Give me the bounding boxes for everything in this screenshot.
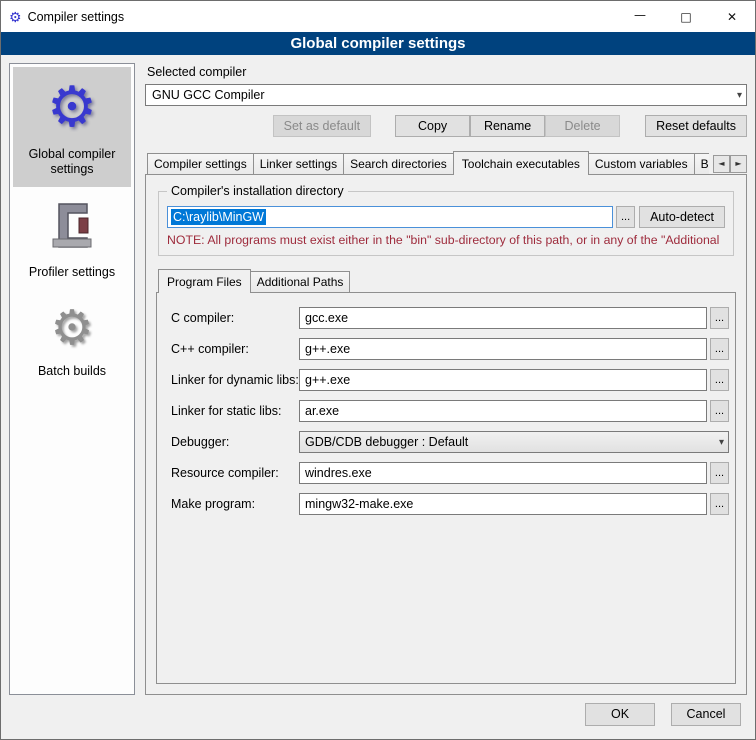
program-files-panel: C compiler: gcc.exe ... C++ compiler: g+… <box>156 292 736 684</box>
c-compiler-input[interactable]: gcc.exe <box>299 307 707 329</box>
sidebar-item-label: Batch builds <box>38 364 106 379</box>
form-row: C++ compiler: g++.exe ... <box>171 338 729 360</box>
sidebar-item-profiler-settings[interactable]: Profiler settings <box>13 187 131 290</box>
linker-static-input[interactable]: ar.exe <box>299 400 707 422</box>
tab-toolchain-executables[interactable]: Toolchain executables <box>453 151 589 175</box>
form-row: Linker for dynamic libs: g++.exe ... <box>171 369 729 391</box>
linker-dynamic-input[interactable]: g++.exe <box>299 369 707 391</box>
tab-scroll-right-button[interactable]: ► <box>730 155 747 173</box>
settings-tab-strip: Compiler settings Linker settings Search… <box>145 151 747 175</box>
resource-compiler-value: windres.exe <box>305 466 372 480</box>
app-gear-icon: ⚙ <box>9 10 22 24</box>
scroll-right-icon: ► <box>735 160 741 168</box>
minimize-button[interactable]: — <box>617 1 663 32</box>
compiler-actions: Set as default Copy Rename Delete Reset … <box>145 115 747 137</box>
tab-build-options[interactable]: Buil <box>694 153 709 174</box>
auto-detect-button[interactable]: Auto-detect <box>639 206 725 228</box>
tab-program-files[interactable]: Program Files <box>158 269 251 293</box>
resource-compiler-label: Resource compiler: <box>171 466 299 480</box>
form-row: Resource compiler: windres.exe ... <box>171 462 729 484</box>
c-compiler-label: C compiler: <box>171 311 299 325</box>
bin-subdirectory-note: NOTE: All programs must exist either in … <box>167 233 725 247</box>
installation-directory-group: Compiler's installation directory C:\ray… <box>158 191 734 256</box>
make-program-value: mingw32-make.exe <box>305 497 413 511</box>
cpp-compiler-browse-button[interactable]: ... <box>710 338 729 360</box>
page-title: Global compiler settings <box>1 32 755 55</box>
compiler-select[interactable]: GNU GCC Compiler ▾ <box>145 84 747 106</box>
main-panel: Selected compiler GNU GCC Compiler ▾ Set… <box>145 63 747 695</box>
linker-dynamic-browse-button[interactable]: ... <box>710 369 729 391</box>
chevron-down-icon: ▾ <box>737 85 742 105</box>
gray-gear-icon: ⚙ <box>50 302 93 354</box>
sidebar-item-label: Profiler settings <box>29 265 115 280</box>
installation-directory-input[interactable]: C:\raylib\MinGW <box>167 206 613 228</box>
tab-search-directories[interactable]: Search directories <box>343 153 454 174</box>
toolchain-executables-panel: Compiler's installation directory C:\ray… <box>145 174 747 695</box>
close-button[interactable]: ✕ <box>709 1 755 32</box>
reset-defaults-button[interactable]: Reset defaults <box>645 115 747 137</box>
resource-compiler-input[interactable]: windres.exe <box>299 462 707 484</box>
resource-compiler-browse-button[interactable]: ... <box>710 462 729 484</box>
debugger-select[interactable]: GDB/CDB debugger : Default ▾ <box>299 431 729 453</box>
debugger-select-value: GDB/CDB debugger : Default <box>305 435 468 449</box>
sidebar-item-global-compiler-settings[interactable]: ⚙ Global compiler settings <box>13 67 131 187</box>
window-title: Compiler settings <box>28 10 125 24</box>
linker-static-browse-button[interactable]: ... <box>710 400 729 422</box>
cancel-button[interactable]: Cancel <box>671 703 741 726</box>
installation-directory-row: C:\raylib\MinGW ... Auto-detect <box>167 206 725 228</box>
maximize-icon: □ <box>680 10 691 24</box>
installation-directory-browse-button[interactable]: ... <box>616 206 635 228</box>
cpp-compiler-label: C++ compiler: <box>171 342 299 356</box>
cpp-compiler-value: g++.exe <box>305 342 350 356</box>
tab-compiler-settings[interactable]: Compiler settings <box>147 153 254 174</box>
dialog-body: ⚙ Global compiler settings Profiler sett… <box>1 55 755 695</box>
settings-category-list: ⚙ Global compiler settings Profiler sett… <box>9 63 135 695</box>
debugger-label: Debugger: <box>171 435 299 449</box>
close-icon: ✕ <box>727 10 737 24</box>
sidebar-item-label: Global compiler settings <box>15 147 129 177</box>
copy-button[interactable]: Copy <box>395 115 470 137</box>
program-files-tab-strip: Program Files Additional Paths <box>156 269 736 293</box>
form-row: C compiler: gcc.exe ... <box>171 307 729 329</box>
scroll-left-icon: ◄ <box>718 160 724 168</box>
tab-custom-variables[interactable]: Custom variables <box>588 153 695 174</box>
c-compiler-browse-button[interactable]: ... <box>710 307 729 329</box>
caption-buttons: — □ ✕ <box>617 1 755 32</box>
form-row: Make program: mingw32-make.exe ... <box>171 493 729 515</box>
compiler-select-value: GNU GCC Compiler <box>152 88 265 102</box>
make-program-input[interactable]: mingw32-make.exe <box>299 493 707 515</box>
selected-compiler-label: Selected compiler <box>147 65 747 79</box>
chevron-down-icon: ▾ <box>719 432 724 452</box>
sidebar-item-batch-builds[interactable]: ⚙ Batch builds <box>13 290 131 389</box>
minimize-icon: — <box>634 8 646 22</box>
linker-static-label: Linker for static libs: <box>171 404 299 418</box>
form-row: Debugger: GDB/CDB debugger : Default ▾ <box>171 431 729 453</box>
tabs-scroll-area: Compiler settings Linker settings Search… <box>147 151 709 175</box>
clamp-tool-icon <box>45 199 99 255</box>
tab-linker-settings[interactable]: Linker settings <box>253 153 344 174</box>
linker-static-value: ar.exe <box>305 404 339 418</box>
form-row: Linker for static libs: ar.exe ... <box>171 400 729 422</box>
set-as-default-button: Set as default <box>273 115 371 137</box>
make-program-label: Make program: <box>171 497 299 511</box>
tab-additional-paths[interactable]: Additional Paths <box>250 271 351 292</box>
subtabs-scroll-area: Program Files Additional Paths <box>158 269 736 293</box>
cpp-compiler-input[interactable]: g++.exe <box>299 338 707 360</box>
installation-directory-legend: Compiler's installation directory <box>167 184 348 198</box>
c-compiler-value: gcc.exe <box>305 311 348 325</box>
make-program-browse-button[interactable]: ... <box>710 493 729 515</box>
installation-directory-value: C:\raylib\MinGW <box>171 209 266 225</box>
compiler-settings-window: ⚙ Compiler settings — □ ✕ Global compile… <box>0 0 756 740</box>
dialog-footer: OK Cancel <box>1 695 755 739</box>
linker-dynamic-label: Linker for dynamic libs: <box>171 373 299 387</box>
title-bar: ⚙ Compiler settings — □ ✕ <box>1 1 755 32</box>
delete-button: Delete <box>545 115 620 137</box>
rename-button[interactable]: Rename <box>470 115 545 137</box>
linker-dynamic-value: g++.exe <box>305 373 350 387</box>
blue-gear-icon: ⚙ <box>47 79 97 137</box>
tab-scroll-left-button[interactable]: ◄ <box>713 155 730 173</box>
ok-button[interactable]: OK <box>585 703 655 726</box>
maximize-button[interactable]: □ <box>663 1 709 32</box>
